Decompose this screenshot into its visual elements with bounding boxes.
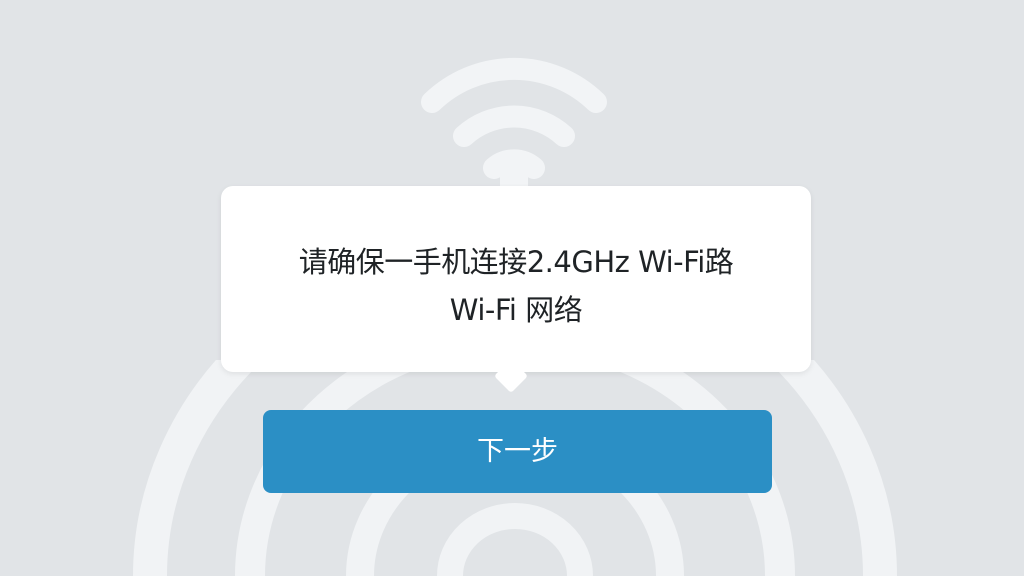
instruction-message-line-1: 请确保一手机连接2.4GHz Wi-Fi路 <box>298 245 734 279</box>
instruction-popup: 请确保一手机连接2.4GHz Wi-Fi路 Wi-Fi 网络 <box>221 186 811 372</box>
screen-frame: 请确保一手机连接2.4GHz Wi-Fi路 Wi-Fi 网络 下一步 <box>0 0 1024 576</box>
next-step-button[interactable]: 下一步 <box>263 410 772 493</box>
instruction-message-line-2: Wi-Fi 网络 <box>449 293 583 327</box>
wifi-icon <box>421 57 607 210</box>
wifi-setup-screen: 请确保一手机连接2.4GHz Wi-Fi路 Wi-Fi 网络 下一步 <box>0 0 1024 576</box>
instruction-message: 请确保一手机连接2.4GHz Wi-Fi路 Wi-Fi 网络 <box>221 238 811 334</box>
